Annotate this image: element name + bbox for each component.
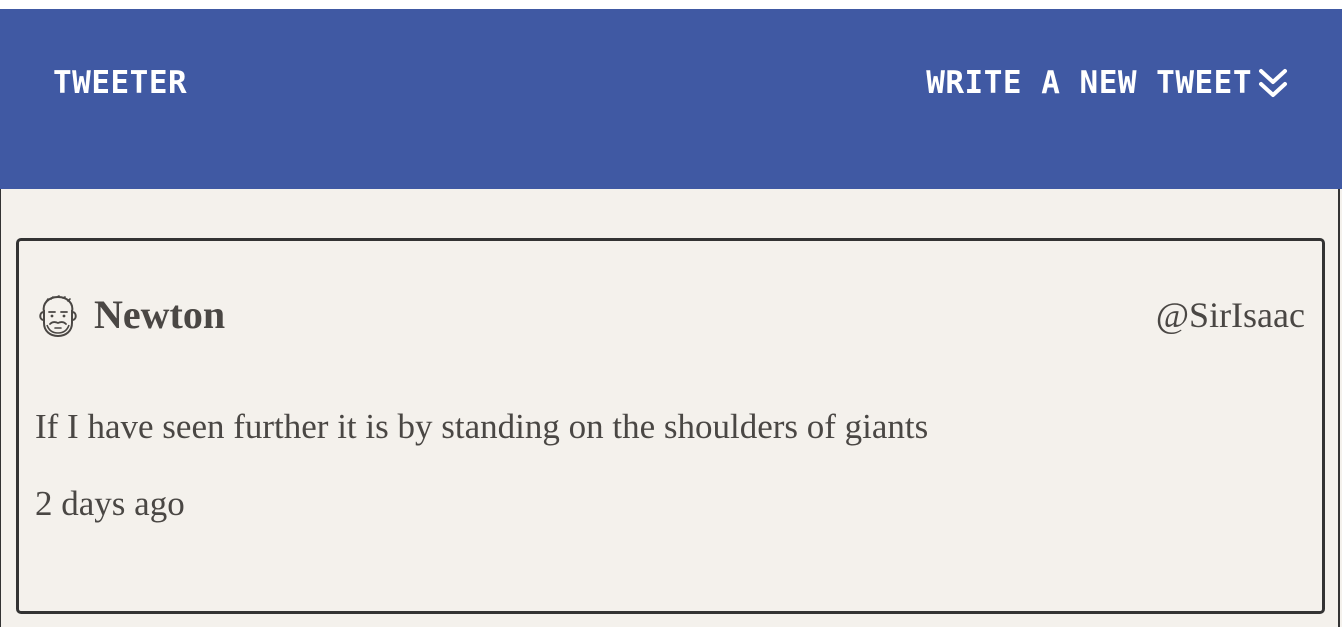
tweet-timestamp: 2 days ago: [35, 484, 185, 523]
write-new-tweet-button[interactable]: WRITE A NEW TWEET: [926, 65, 1288, 101]
page-right-border: [1338, 189, 1340, 627]
top-strip: [0, 0, 1342, 9]
tweet-author-handle: @SirIsaac: [1155, 295, 1305, 335]
page-left-border: [0, 189, 1, 627]
brand-logo[interactable]: TWEETER: [53, 65, 187, 101]
tweet-author-name: Newton: [94, 292, 226, 337]
write-new-tweet-label: WRITE A NEW TWEET: [926, 65, 1252, 101]
tweet-card: Newton @SirIsaac If I have seen further …: [16, 238, 1325, 614]
bearded-man-avatar-icon: [35, 293, 81, 339]
tweet-header: Newton @SirIsaac: [35, 291, 1305, 341]
tweet-text: If I have seen further it is by standing…: [35, 407, 929, 446]
navbar: TWEETER WRITE A NEW TWEET: [0, 9, 1342, 189]
double-chevron-down-icon: [1258, 67, 1288, 99]
